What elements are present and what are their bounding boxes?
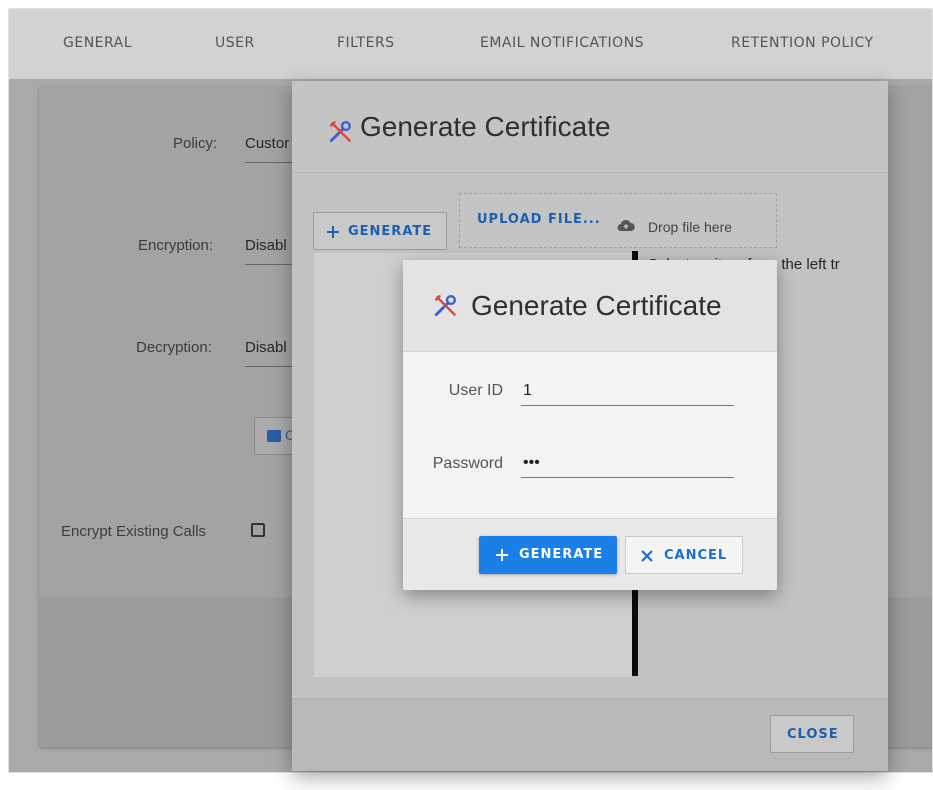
dialog-header: Generate Certificate	[292, 81, 888, 173]
tools-icon	[434, 294, 456, 317]
tab-general[interactable]: GENERAL	[63, 35, 132, 51]
dialog-title: Generate Certificate	[360, 111, 611, 142]
generate-certificate-form-dialog: Generate Certificate User ID Password GE…	[403, 260, 777, 590]
form-dialog-body: User ID Password	[403, 352, 777, 518]
confirm-generate-button[interactable]: GENERATE	[479, 536, 617, 574]
file-upload-zone[interactable]: UPLOAD FILE... Drop file here	[459, 193, 777, 248]
cancel-button-label: CANCEL	[664, 548, 728, 563]
generate-button-label: GENERATE	[348, 224, 433, 239]
policy-label: Policy:	[173, 135, 218, 152]
user-id-label: User ID	[448, 382, 503, 399]
tab-filters[interactable]: FILTERS	[337, 35, 395, 51]
tab-retention-policy[interactable]: RETENTION POLICY	[731, 35, 874, 51]
tools-icon	[329, 120, 351, 143]
form-dialog-title: Generate Certificate	[471, 290, 722, 321]
close-button-label: CLOSE	[787, 727, 839, 742]
confirm-generate-label: GENERATE	[519, 547, 604, 562]
tab-email-notifications[interactable]: EMAIL NOTIFICATIONS	[480, 35, 644, 51]
encrypt-existing-calls-checkbox[interactable]	[251, 523, 265, 537]
upload-file-button[interactable]: UPLOAD FILE...	[477, 212, 601, 227]
encryption-label: Encryption:	[138, 237, 214, 254]
cancel-button[interactable]: CANCEL	[625, 536, 743, 574]
password-input[interactable]	[521, 448, 734, 478]
settings-tab-bar: GENERAL USER FILTERS EMAIL NOTIFICATIONS…	[9, 9, 932, 79]
close-button[interactable]: CLOSE	[770, 715, 854, 753]
encrypt-existing-calls-label: Encrypt Existing Calls	[61, 523, 207, 540]
form-dialog-footer: GENERATE CANCEL	[403, 518, 777, 590]
generate-button[interactable]: GENERATE	[313, 212, 447, 250]
form-dialog-header: Generate Certificate	[403, 260, 777, 352]
plus-icon	[327, 226, 339, 238]
plus-icon	[496, 549, 508, 561]
close-icon	[641, 550, 653, 562]
dialog-footer: CLOSE	[292, 698, 888, 771]
decryption-label: Decryption:	[136, 339, 212, 356]
certificate-icon	[267, 430, 281, 442]
tab-user[interactable]: USER	[215, 35, 255, 51]
password-label: Password	[432, 455, 503, 472]
cloud-upload-icon	[617, 219, 635, 231]
user-id-input[interactable]	[521, 376, 734, 406]
drop-file-hint: Drop file here	[648, 219, 733, 235]
